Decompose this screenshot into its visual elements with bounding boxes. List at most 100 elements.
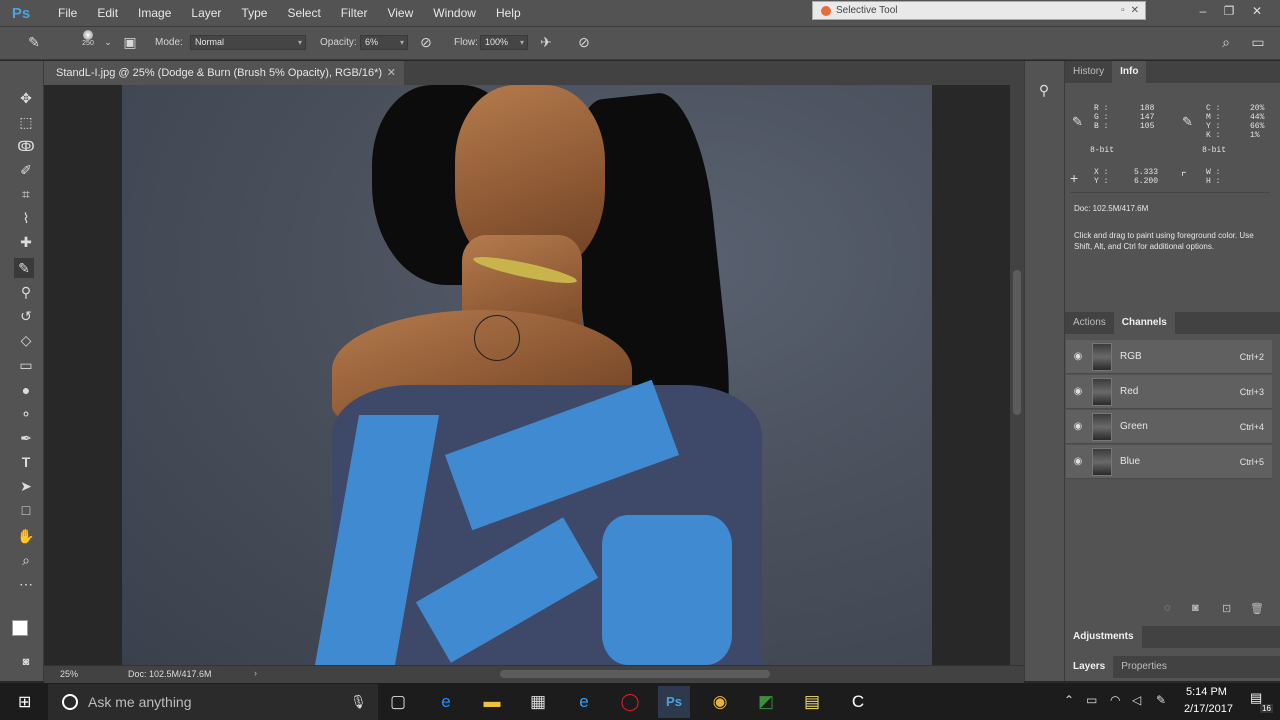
microphone-icon[interactable]: 🎙 xyxy=(350,694,367,710)
visibility-eye-icon[interactable]: ◉ xyxy=(1069,386,1087,397)
spreadsheet-app-icon[interactable]: ◩ xyxy=(750,686,782,718)
clock-date[interactable]: 2/17/2017 xyxy=(1184,703,1233,715)
tab-layers[interactable]: Layers xyxy=(1065,656,1114,678)
marquee-tool-icon[interactable]: ⬚ xyxy=(16,112,36,132)
menu-window[interactable]: Window xyxy=(423,0,486,26)
foreground-color-swatch[interactable] xyxy=(12,620,28,636)
opacity-field[interactable]: 6% ▾ xyxy=(360,35,408,50)
workspace-icon[interactable]: ▭ xyxy=(1248,32,1268,52)
file-explorer-icon[interactable]: ▬ xyxy=(476,686,508,718)
close-tab-icon[interactable]: ✕ xyxy=(387,61,396,85)
mode-select[interactable]: Normal ▾ xyxy=(190,35,306,50)
store-icon[interactable]: ▦ xyxy=(522,686,554,718)
menu-help[interactable]: Help xyxy=(486,0,531,26)
brush-tool-icon[interactable]: ✎ xyxy=(24,32,44,52)
tab-info[interactable]: Info xyxy=(1112,61,1147,83)
opera-icon[interactable]: ◯ xyxy=(614,686,646,718)
blur-tool-icon[interactable]: ● xyxy=(16,380,36,400)
edge-icon[interactable]: e xyxy=(430,686,462,718)
windows-start-icon[interactable]: ⊞ xyxy=(18,692,38,712)
brush-panel-icon[interactable]: ▣ xyxy=(120,32,140,52)
flow-field[interactable]: 100% ▾ xyxy=(480,35,528,50)
sticky-notes-icon[interactable]: ▤ xyxy=(796,686,828,718)
vertical-scrollbar[interactable] xyxy=(1010,85,1024,665)
pressure-opacity-icon[interactable]: ⊘ xyxy=(416,32,436,52)
type-tool-icon[interactable]: T xyxy=(16,452,36,472)
zoom-level[interactable]: 25% xyxy=(60,669,78,679)
photoshop-taskbar-icon[interactable]: Ps xyxy=(658,686,690,718)
crop-tool-icon[interactable]: ⌗ xyxy=(16,184,36,204)
tab-adjustments[interactable]: Adjustments xyxy=(1065,626,1142,648)
horizontal-scrollbar[interactable] xyxy=(500,670,770,678)
clock-time[interactable]: 5:14 PM xyxy=(1186,686,1227,698)
menu-image[interactable]: Image xyxy=(128,0,181,26)
healing-brush-icon[interactable]: ✚ xyxy=(16,232,36,252)
delete-channel-icon[interactable]: 🗑 xyxy=(1250,602,1264,615)
clone-stamp-icon[interactable]: ⚲ xyxy=(16,282,36,302)
task-view-icon[interactable]: ▢ xyxy=(382,686,414,718)
tab-actions[interactable]: Actions xyxy=(1065,312,1114,334)
quick-select-icon[interactable]: ✐ xyxy=(16,160,36,180)
brush-preset-picker[interactable]: 250 xyxy=(78,30,98,50)
brush-tool-icon[interactable]: ✎ xyxy=(14,258,34,278)
camtasia-icon[interactable]: C xyxy=(842,686,874,718)
gradient-tool-icon[interactable]: ▭ xyxy=(16,355,36,375)
pressure-size-icon[interactable]: ⊘ xyxy=(574,32,594,52)
battery-icon[interactable]: ▭ xyxy=(1086,693,1097,707)
move-tool-icon[interactable]: ✥ xyxy=(16,88,36,108)
channel-row-blue[interactable]: ◉ Blue Ctrl+5 xyxy=(1066,445,1272,479)
menu-layer[interactable]: Layer xyxy=(181,0,231,26)
save-selection-icon[interactable]: ◙ xyxy=(1192,602,1199,614)
channel-row-green[interactable]: ◉ Green Ctrl+4 xyxy=(1066,410,1272,444)
quick-mask-icon[interactable]: ◙ xyxy=(16,652,36,672)
pen-tool-icon[interactable]: ✒ xyxy=(16,428,36,448)
tab-properties[interactable]: Properties xyxy=(1113,656,1175,678)
menu-select[interactable]: Select xyxy=(277,0,330,26)
dodge-tool-icon[interactable]: ⚬ xyxy=(16,404,36,424)
selective-tool-window[interactable]: Selective Tool ▫ ✕ xyxy=(812,1,1146,20)
airbrush-icon[interactable]: ✈ xyxy=(536,32,556,52)
lasso-tool-icon[interactable]: ↂ xyxy=(16,136,36,156)
clone-source-icon[interactable]: ⚲ xyxy=(1034,82,1054,102)
channel-row-rgb[interactable]: ◉ RGB Ctrl+2 xyxy=(1066,340,1272,374)
visibility-eye-icon[interactable]: ◉ xyxy=(1069,456,1087,467)
chevron-down-icon[interactable]: ⌄ xyxy=(98,32,118,52)
document-tab[interactable]: StandL-I.jpg @ 25% (Dodge & Burn (Brush … xyxy=(44,61,404,85)
more-tools-icon[interactable]: ⋯ xyxy=(16,574,36,594)
cortana-search[interactable]: Ask me anything xyxy=(48,684,378,720)
menu-edit[interactable]: Edit xyxy=(87,0,128,26)
close-icon[interactable]: ✕ xyxy=(1131,5,1139,16)
new-channel-icon[interactable]: ⊡ xyxy=(1222,602,1231,615)
volume-icon[interactable]: ◁ xyxy=(1132,693,1141,707)
eyedropper-icon[interactable]: ⌇ xyxy=(16,208,36,228)
minimize-icon[interactable]: – xyxy=(1190,0,1216,22)
maximize-icon[interactable]: ❐ xyxy=(1216,0,1242,22)
history-brush-icon[interactable]: ↺ xyxy=(16,306,36,326)
chevron-up-icon[interactable]: ⌃ xyxy=(1064,693,1074,707)
menu-file[interactable]: File xyxy=(48,0,87,26)
tab-history[interactable]: History xyxy=(1065,61,1112,83)
pen-workspace-icon[interactable]: ✎ xyxy=(1156,693,1166,707)
path-select-icon[interactable]: ➤ xyxy=(16,476,36,496)
load-selection-icon[interactable]: ◌ xyxy=(1164,602,1171,614)
tab-channels[interactable]: Channels xyxy=(1113,312,1175,334)
menu-type[interactable]: Type xyxy=(231,0,277,26)
visibility-eye-icon[interactable]: ◉ xyxy=(1069,421,1087,432)
window-close-icon[interactable]: ✕ xyxy=(1244,0,1270,22)
canvas-area[interactable] xyxy=(44,85,1010,665)
visibility-eye-icon[interactable]: ◉ xyxy=(1069,351,1087,362)
eraser-icon[interactable]: ◇ xyxy=(16,330,36,350)
chrome-icon[interactable]: ◉ xyxy=(704,686,736,718)
channel-row-red[interactable]: ◉ Red Ctrl+3 xyxy=(1066,375,1272,409)
rectangle-tool-icon[interactable]: □ xyxy=(16,500,36,520)
search-icon[interactable]: ⌕ xyxy=(1216,32,1236,52)
chevron-right-icon[interactable]: › xyxy=(254,668,257,678)
zoom-tool-icon[interactable]: ⌕ xyxy=(16,550,36,570)
menu-filter[interactable]: Filter xyxy=(331,0,378,26)
hand-tool-icon[interactable]: ✋ xyxy=(16,526,36,546)
restore-icon[interactable]: ▫ xyxy=(1121,5,1125,16)
doc-size-status[interactable]: Doc: 102.5M/417.6M xyxy=(128,669,212,679)
wifi-icon[interactable]: ◠ xyxy=(1110,693,1120,707)
internet-explorer-icon[interactable]: e xyxy=(568,686,600,718)
menu-view[interactable]: View xyxy=(377,0,423,26)
